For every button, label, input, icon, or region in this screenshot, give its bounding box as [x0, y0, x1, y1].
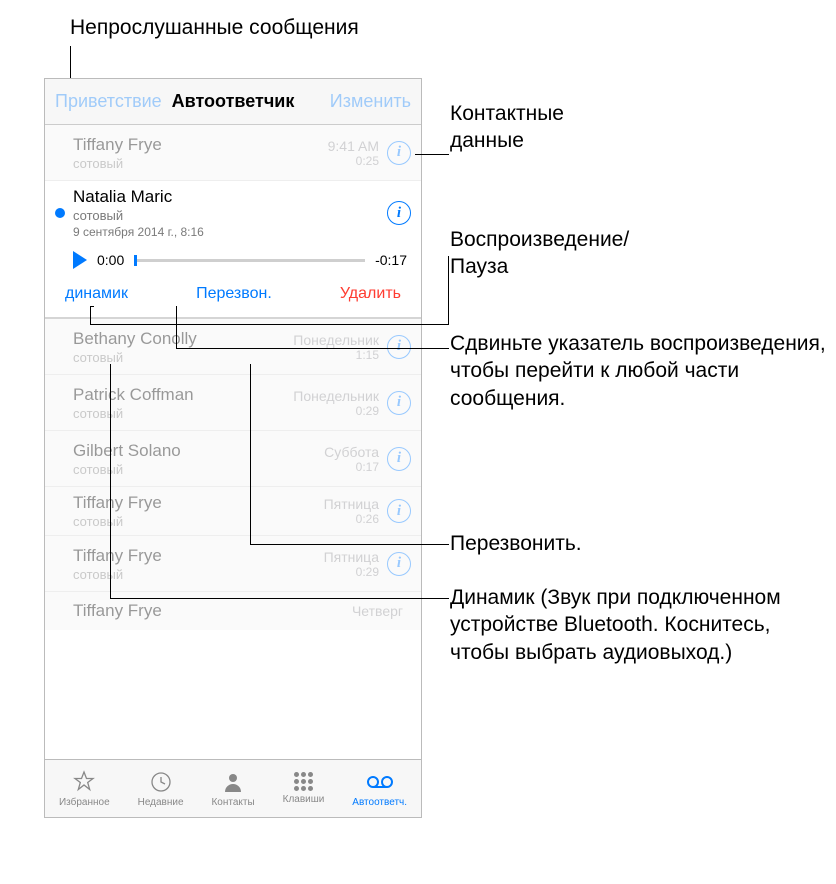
callback-button[interactable]: Перезвон. [196, 285, 272, 303]
tab-keypad[interactable]: Клавиши [283, 772, 325, 805]
row-name: Tiffany Frye [73, 135, 328, 155]
info-icon[interactable]: i [387, 499, 411, 523]
line-callback-v [250, 364, 251, 544]
info-icon[interactable]: i [387, 201, 411, 225]
row-sub: сотовый [73, 350, 293, 365]
tab-voicemail[interactable]: Автоответч. [352, 770, 407, 808]
playback-bar: 0:00 -0:17 [45, 245, 421, 273]
line-scrub-h [176, 348, 449, 349]
nav-edit[interactable]: Изменить [330, 91, 411, 112]
info-icon[interactable]: i [387, 141, 411, 165]
line-contact [415, 154, 449, 155]
row-time: Суббота [324, 444, 379, 460]
row-time: Понедельник [293, 332, 379, 348]
info-icon[interactable]: i [387, 335, 411, 359]
line-play-up [448, 256, 449, 325]
scrubber-track[interactable] [134, 259, 365, 262]
annot-contact: Контактные данные [450, 100, 828, 155]
star-icon [72, 770, 96, 794]
row-dur: 0:29 [293, 404, 379, 418]
table-row[interactable]: Tiffany Frye сотовый 9:41 AM 0:25 i [45, 125, 421, 181]
tab-recents[interactable]: Недавние [138, 770, 184, 808]
table-row[interactable]: Patrick Coffman сотовый Понедельник 0:29… [45, 375, 421, 431]
table-row-expanded: Natalia Maric сотовый 9 сентября 2014 г.… [45, 181, 421, 319]
scrubber-thumb[interactable] [134, 255, 137, 266]
info-icon[interactable]: i [387, 447, 411, 471]
keypad-icon [294, 772, 313, 791]
row-sub: сотовый [73, 208, 379, 223]
tab-favorites[interactable]: Избранное [59, 770, 110, 808]
unread-dot [55, 208, 65, 218]
line-callback-h [250, 544, 449, 545]
person-icon [221, 770, 245, 794]
tab-label: Контакты [211, 797, 254, 808]
line-speaker-h [110, 598, 449, 599]
line-play-out [90, 324, 448, 325]
row-time: Понедельник [293, 388, 379, 404]
table-row[interactable]: Bethany Conolly сотовый Понедельник 1:15… [45, 319, 421, 375]
table-row[interactable]: Natalia Maric сотовый 9 сентября 2014 г.… [45, 181, 421, 245]
tab-label: Клавиши [283, 794, 325, 805]
row-time: 9:41 AM [328, 138, 379, 154]
row-name: Bethany Conolly [73, 329, 293, 349]
tab-label: Автоответч. [352, 797, 407, 808]
row-dur: 0:17 [324, 460, 379, 474]
row-dur: 1:15 [293, 348, 379, 362]
row-dur: 0:25 [328, 154, 379, 168]
annot-scrub: Сдвиньте указатель воспроизведения, чтоб… [450, 330, 828, 412]
voicemail-icon [365, 770, 395, 794]
line-play-v [90, 306, 91, 324]
nav-title: Автоответчик [172, 91, 295, 112]
row-name: Tiffany Frye [73, 601, 352, 621]
tab-contacts[interactable]: Контакты [211, 770, 254, 808]
row-dur: 0:26 [324, 512, 379, 526]
delete-button[interactable]: Удалить [340, 285, 401, 303]
tab-bar: Избранное Недавние Контакты Клавиши Авто… [45, 759, 421, 817]
tab-label: Избранное [59, 797, 110, 808]
annot-speaker: Динамик (Звук при подключенном устройств… [450, 584, 828, 666]
annot-play: Воспроизведение/ Пауза [450, 226, 828, 281]
unread-label: Непрослушанные сообщения [70, 16, 359, 40]
row-name: Natalia Maric [73, 187, 379, 207]
row-dur: 0:29 [324, 565, 379, 579]
row-name: Patrick Coffman [73, 385, 293, 405]
nav-greeting[interactable]: Приветствие [55, 91, 162, 112]
row-time: Пятница [324, 496, 379, 512]
table-row[interactable]: Tiffany Frye сотовый Пятница 0:26 i [45, 487, 421, 536]
navbar: Приветствие Автоответчик Изменить [45, 79, 421, 125]
row-sub: сотовый [73, 156, 328, 171]
row-time: Четверг [352, 603, 403, 619]
info-icon[interactable]: i [387, 391, 411, 415]
speaker-button[interactable]: динамик [65, 285, 128, 303]
annot-callback: Перезвонить. [450, 530, 828, 557]
line-speaker-v [110, 364, 111, 598]
tab-label: Недавние [138, 797, 184, 808]
line-scrub-v [176, 306, 177, 348]
table-row[interactable]: Gilbert Solano сотовый Суббота 0:17 i [45, 431, 421, 487]
row-sub: сотовый [73, 406, 293, 421]
play-icon[interactable] [73, 251, 87, 269]
row-time: Пятница [324, 549, 379, 565]
voicemail-list: Tiffany Frye сотовый 9:41 AM 0:25 i Nata… [45, 125, 421, 630]
phone-frame: Приветствие Автоответчик Изменить Tiffan… [44, 78, 422, 818]
info-icon[interactable]: i [387, 552, 411, 576]
clock-icon [149, 770, 173, 794]
remaining-time: -0:17 [375, 252, 407, 268]
elapsed-time: 0:00 [97, 252, 124, 268]
action-row: динамик Перезвон. Удалить [45, 273, 421, 318]
row-date: 9 сентября 2014 г., 8:16 [73, 225, 379, 239]
